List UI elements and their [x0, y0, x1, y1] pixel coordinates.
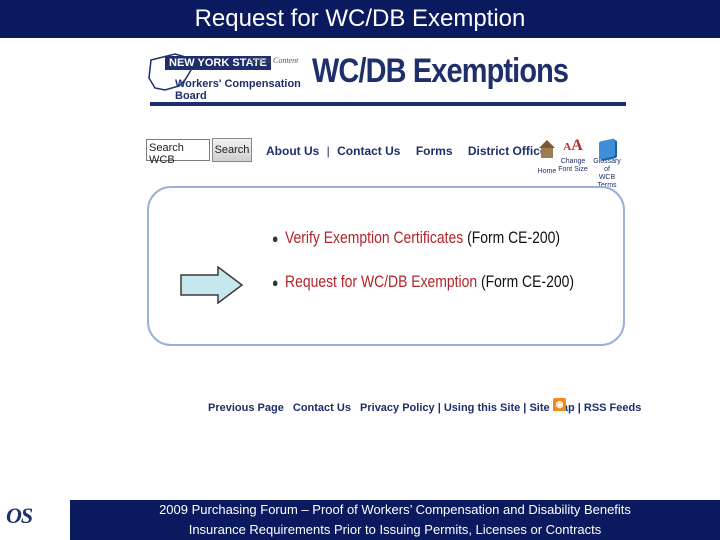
- search-button[interactable]: Search: [212, 138, 252, 162]
- option-form-code: (Form CE-200): [467, 228, 561, 247]
- footer-separator: |: [577, 402, 581, 414]
- header-divider: [150, 102, 626, 106]
- pointer-arrow-icon: [180, 266, 244, 304]
- option-verify-certificates[interactable]: ● Verify Exemption Certificates (Form CE-…: [272, 228, 560, 248]
- option-request-exemption[interactable]: ● Request for WC/DB Exemption (Form CE-20…: [272, 272, 574, 292]
- footer-separator: |: [523, 402, 527, 414]
- change-font-size-tool[interactable]: AA Change Font Size: [556, 132, 590, 174]
- slide-footer: 2009 Purchasing Forum – Proof of Workers…: [70, 500, 720, 540]
- top-nav: About Us | Contact Us Forms District Off…: [266, 144, 553, 158]
- nys-wcb-logo[interactable]: NEW YORK STATE Skip to Content Workers' …: [145, 44, 307, 104]
- nav-about-us[interactable]: About Us: [266, 144, 319, 158]
- book-icon: [590, 132, 624, 160]
- bullet-icon: ●: [272, 231, 279, 246]
- board-name: Workers' Compensation Board: [175, 78, 301, 102]
- skip-to-content-link[interactable]: Skip to Content: [249, 56, 298, 65]
- footer-caption-line-2: Insurance Requirements Prior to Issuing …: [188, 522, 602, 537]
- glossary-label-1: Glossary of: [593, 158, 621, 173]
- footer-separator: |: [437, 402, 441, 414]
- change-font-label-1: Change: [560, 158, 586, 165]
- slide-title-bar: Request for WC/DB Exemption: [0, 0, 720, 38]
- logo-mark: OS: [6, 503, 33, 528]
- footer-rss-feeds[interactable]: RSS Feeds: [584, 402, 641, 414]
- footer-using-this-site[interactable]: Using this Site: [444, 402, 520, 414]
- footer-previous-page[interactable]: Previous Page: [208, 402, 284, 414]
- nav-separator: |: [326, 144, 330, 158]
- footer-contact-us[interactable]: Contact Us: [293, 402, 351, 414]
- footer-caption-line-1: 2009 Purchasing Forum – Proof of Workers…: [159, 502, 631, 517]
- footer-privacy-policy[interactable]: Privacy Policy: [360, 402, 435, 414]
- font-size-icon: AA: [563, 137, 583, 154]
- change-font-label-2: Font Size: [558, 166, 588, 173]
- bullet-icon: ●: [272, 275, 279, 290]
- option-link[interactable]: Request for WC/DB Exemption: [285, 272, 477, 291]
- page-heading: WC/DB Exemptions: [312, 52, 569, 90]
- nav-forms[interactable]: Forms: [416, 144, 453, 158]
- glossary-tool[interactable]: Glossary of WCB Terms: [590, 132, 624, 190]
- slide-title: Request for WC/DB Exemption: [194, 5, 526, 32]
- footer-nav: Previous Page Contact Us Privacy Policy …: [208, 402, 641, 414]
- search-input[interactable]: Search WCB: [146, 139, 210, 166]
- rss-icon[interactable]: ◉: [553, 398, 566, 411]
- ogs-logo: OS: [6, 504, 64, 538]
- nav-contact-us[interactable]: Contact Us: [337, 144, 400, 158]
- option-link[interactable]: Verify Exemption Certificates: [285, 228, 463, 247]
- option-form-code: (Form CE-200): [481, 272, 574, 291]
